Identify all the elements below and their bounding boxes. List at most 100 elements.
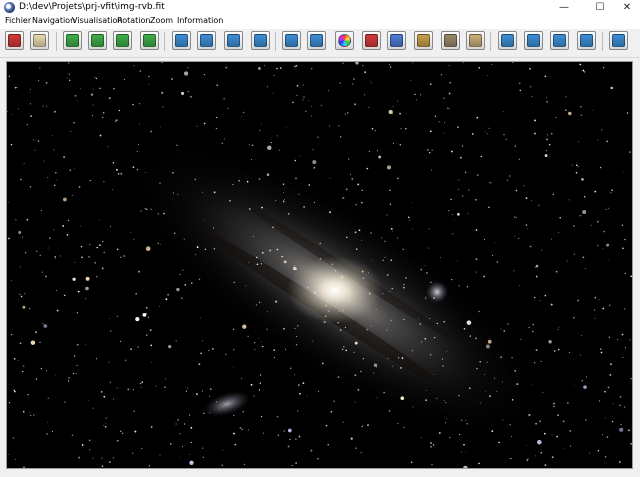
- star: [216, 116, 218, 119]
- star: [360, 370, 362, 373]
- zoom-fit-button[interactable]: [224, 31, 243, 50]
- zoom-actual-button[interactable]: [251, 31, 270, 50]
- star: [145, 246, 151, 251]
- star: [38, 80, 40, 82]
- image-viewer[interactable]: [6, 61, 633, 469]
- last-button[interactable]: [140, 31, 159, 50]
- star: [353, 78, 355, 80]
- star: [519, 285, 520, 286]
- star: [141, 447, 143, 449]
- star: [225, 66, 228, 69]
- flip-horizontal-button[interactable]: [577, 31, 596, 50]
- zoom-in-button[interactable]: [172, 31, 191, 50]
- star: [297, 410, 299, 412]
- star: [624, 347, 626, 349]
- star: [92, 104, 94, 106]
- star: [108, 361, 110, 363]
- maximize-button[interactable]: ☐: [585, 0, 615, 15]
- star: [342, 62, 344, 64]
- channels-button[interactable]: [282, 31, 301, 50]
- star: [626, 112, 629, 114]
- menu-information[interactable]: Information: [177, 16, 223, 25]
- star: [430, 442, 432, 444]
- star: [283, 260, 287, 264]
- power-button[interactable]: [5, 31, 24, 50]
- document-button[interactable]: [30, 31, 49, 50]
- star: [389, 66, 392, 68]
- star: [216, 84, 219, 87]
- star: [374, 130, 376, 132]
- histogram-edit-button[interactable]: [414, 31, 433, 50]
- star: [120, 256, 122, 258]
- star: [585, 419, 587, 421]
- star: [420, 437, 422, 438]
- star: [384, 256, 386, 258]
- export-button[interactable]: [466, 31, 485, 50]
- star: [608, 207, 610, 209]
- star: [73, 121, 75, 124]
- document-icon: [33, 34, 46, 47]
- star: [19, 342, 22, 345]
- rotate-left-button[interactable]: [498, 31, 517, 50]
- star: [112, 161, 115, 164]
- star: [40, 367, 43, 370]
- first-button[interactable]: [63, 31, 82, 50]
- menu-rotation[interactable]: Rotation: [117, 16, 150, 25]
- star: [442, 365, 444, 367]
- star: [610, 192, 612, 194]
- star: [577, 166, 579, 168]
- star: [29, 412, 31, 413]
- minimize-button[interactable]: —: [549, 0, 579, 15]
- star: [17, 359, 19, 361]
- star: [150, 130, 152, 133]
- star: [30, 414, 32, 417]
- star: [489, 395, 491, 397]
- star: [533, 362, 536, 364]
- star: [183, 71, 189, 76]
- star: [580, 114, 583, 116]
- star: [429, 130, 432, 133]
- star: [294, 374, 296, 376]
- star: [242, 411, 244, 413]
- menu-visualisation[interactable]: Visualisation: [72, 16, 123, 25]
- star: [221, 464, 223, 467]
- previous-button[interactable]: [88, 31, 107, 50]
- star: [59, 255, 61, 257]
- star: [132, 166, 135, 169]
- zoom-out-button[interactable]: [197, 31, 216, 50]
- star: [432, 297, 435, 300]
- menu-zoom[interactable]: Zoom: [150, 16, 173, 25]
- rotate-right-button[interactable]: [524, 31, 543, 50]
- star: [373, 297, 375, 299]
- star: [547, 134, 549, 136]
- star: [276, 135, 278, 137]
- histogram-red-button[interactable]: [362, 31, 381, 50]
- star: [402, 248, 404, 250]
- star: [162, 106, 164, 108]
- info-button[interactable]: [609, 31, 628, 50]
- menu-navigation[interactable]: Navigation: [32, 16, 75, 25]
- star: [391, 230, 393, 232]
- star: [35, 378, 38, 380]
- histogram-rgb-button[interactable]: [387, 31, 406, 50]
- next-button[interactable]: [113, 31, 132, 50]
- star: [466, 286, 469, 288]
- zoom-fit-icon: [227, 34, 240, 47]
- flip-vertical-button[interactable]: [550, 31, 569, 50]
- previous-icon: [91, 34, 104, 47]
- close-button[interactable]: ✕: [612, 0, 640, 15]
- star: [103, 395, 106, 398]
- menu-fichier[interactable]: Fichier: [5, 16, 31, 25]
- star: [494, 377, 496, 379]
- star: [258, 178, 261, 180]
- color-wheel-button[interactable]: [335, 31, 354, 50]
- star: [434, 115, 437, 117]
- star: [196, 125, 198, 127]
- save-button[interactable]: [441, 31, 460, 50]
- star: [302, 382, 305, 385]
- star: [611, 189, 614, 192]
- star: [581, 178, 584, 181]
- star: [33, 414, 35, 416]
- star: [583, 195, 586, 198]
- image-button[interactable]: [307, 31, 326, 50]
